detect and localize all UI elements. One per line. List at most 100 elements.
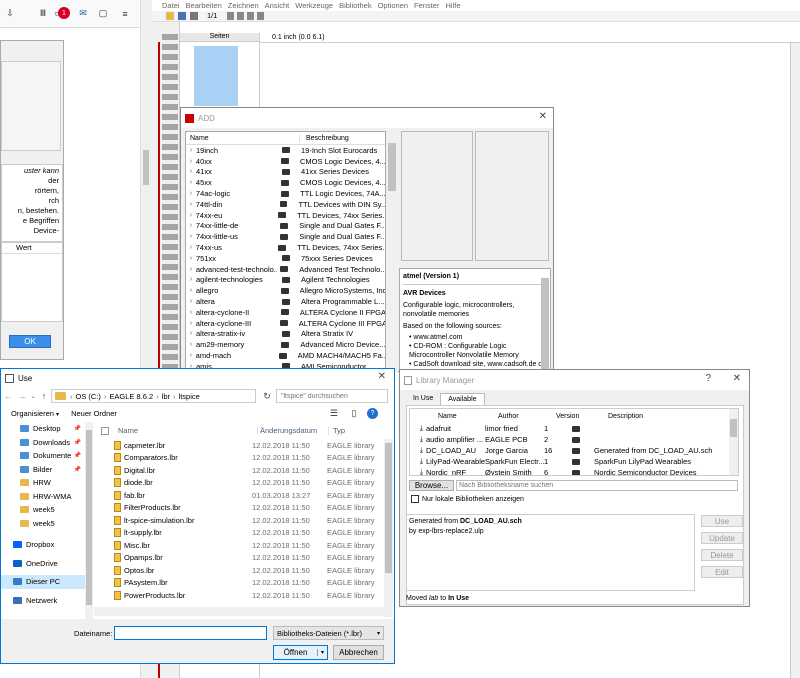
nav-scrollbar[interactable]: [85, 422, 93, 619]
nav-item[interactable]: OneDrive: [1, 557, 85, 571]
menu-draw[interactable]: Zeichnen: [228, 1, 259, 10]
file-row[interactable]: Misc.lbr 12.02.2018 11:50 EAGLE library: [94, 539, 384, 552]
page-thumbnail[interactable]: [194, 46, 238, 106]
breadcrumb-item[interactable]: EAGLE 8.6.2: [109, 392, 153, 401]
save-icon[interactable]: [178, 12, 186, 20]
nav-item[interactable]: Dokumente 📌: [1, 449, 85, 463]
folder-search-input[interactable]: [276, 389, 388, 403]
cancel-button[interactable]: Abbrechen: [333, 645, 384, 660]
up-arrow-icon[interactable]: ↑: [37, 390, 51, 403]
download-icon[interactable]: ⤓: [410, 436, 426, 444]
download-icon[interactable]: ⤓: [410, 469, 426, 476]
organize-button[interactable]: Organisieren ▾: [11, 409, 59, 418]
close-icon[interactable]: ✕: [539, 111, 547, 122]
refresh-icon[interactable]: ↻: [260, 390, 274, 403]
file-row[interactable]: Optos.lbr 12.02.2018 11:50 EAGLE library: [94, 564, 384, 577]
pin-icon[interactable]: 📌: [74, 452, 81, 459]
nav-item[interactable]: Desktop 📌: [1, 422, 85, 436]
add-col-desc[interactable]: Beschreibung: [299, 134, 349, 142]
lm-scroll-thumb[interactable]: [730, 419, 737, 437]
add-list-row[interactable]: › am29-memory Advanced Micro Device...: [186, 339, 385, 350]
nav-scroll-thumb[interactable]: [86, 430, 92, 605]
chevron-right-icon[interactable]: ›: [186, 168, 196, 175]
chevron-right-icon[interactable]: ›: [186, 244, 196, 251]
add-list-row[interactable]: › 74xx-little-us Single and Dual Gates F..…: [186, 231, 385, 242]
lm-col-desc[interactable]: Description: [580, 413, 643, 420]
add-list-row[interactable]: › 41xx 41xx Series Devices: [186, 167, 385, 178]
chevron-right-icon[interactable]: ›: [186, 309, 196, 316]
add-list-row[interactable]: › agilent-technologies Agilent Technologie…: [186, 275, 385, 286]
delete-button[interactable]: Delete: [701, 549, 743, 561]
lm-col-name[interactable]: Name: [410, 413, 469, 420]
filetype-select[interactable]: Bibliotheks-Dateien (*.lbr) ▾: [273, 626, 384, 640]
col-type[interactable]: Typ: [328, 426, 345, 435]
lm-list-row[interactable]: ⤓ adafruit limor fried 1: [410, 423, 738, 434]
nav-item[interactable]: Dropbox: [1, 538, 85, 552]
add-list-row[interactable]: › 751xx 75xxx Series Devices: [186, 253, 385, 264]
local-only-checkbox[interactable]: [411, 495, 419, 503]
chevron-right-icon[interactable]: ›: [186, 352, 196, 359]
chevron-right-icon[interactable]: ›: [186, 158, 196, 165]
chevron-right-icon[interactable]: ›: [186, 287, 196, 294]
chevron-right-icon[interactable]: ›: [186, 330, 196, 337]
menu-library[interactable]: Bibliothek: [339, 1, 372, 10]
menu-file[interactable]: Datei: [162, 1, 180, 10]
nav-item[interactable]: HRW: [1, 476, 85, 490]
file-row[interactable]: FilterProducts.lbr 12.02.2018 11:50 EAGLE …: [94, 502, 384, 515]
pin-icon[interactable]: 📌: [74, 466, 81, 473]
add-list-scrollbar[interactable]: [386, 131, 398, 373]
select-all-checkbox[interactable]: [101, 426, 109, 435]
nav-item[interactable]: Dieser PC: [1, 575, 85, 589]
preview-pane-icon[interactable]: ▯: [347, 407, 361, 420]
file-row[interactable]: Opamps.lbr 12.02.2018 11:50 EAGLE library: [94, 552, 384, 565]
update-button[interactable]: Update: [701, 532, 743, 544]
file-row[interactable]: lt-supply.lbr 12.02.2018 11:50 EAGLE libra…: [94, 527, 384, 540]
lm-list-scrollbar[interactable]: [729, 409, 738, 475]
add-list-row[interactable]: › altera-cyclone-II ALTERA Cyclone II FPGA: [186, 307, 385, 318]
add-list-row[interactable]: › advanced-test-technolo... Advanced Test …: [186, 264, 385, 275]
menu-view[interactable]: Ansicht: [265, 1, 290, 10]
lm-col-author[interactable]: Author: [469, 413, 528, 420]
lm-col-version[interactable]: Version: [528, 413, 580, 420]
page-selector[interactable]: 1/1: [207, 11, 217, 20]
mail-icon[interactable]: ✉: [76, 7, 90, 20]
add-list-row[interactable]: › amd-mach AMD MACH4/MACH5 Fa...: [186, 350, 385, 361]
add-list-row[interactable]: › allegro Allegro MicroSystems, Inc: [186, 285, 385, 296]
breadcrumb-item[interactable]: ltspice: [179, 392, 200, 401]
nav-item[interactable]: HRW-WMA: [1, 490, 85, 504]
filename-input[interactable]: [114, 626, 267, 640]
chevron-right-icon[interactable]: ›: [186, 266, 196, 273]
library-icon[interactable]: Ⅲ: [36, 7, 50, 20]
add-list-row[interactable]: › 19inch 19-Inch Slot Eurocards: [186, 145, 385, 156]
browse-button[interactable]: Browse...: [409, 480, 454, 491]
file-row[interactable]: PowerProducts.lbr 12.02.2018 11:50 EAGLE l…: [94, 589, 384, 602]
breadcrumb-item[interactable]: lbr: [162, 392, 170, 401]
close-icon[interactable]: ✕: [733, 373, 741, 384]
chevron-right-icon[interactable]: ›: [186, 147, 196, 154]
use-button[interactable]: Use: [701, 515, 743, 527]
pin-icon[interactable]: 📌: [74, 425, 81, 432]
tab-in-use[interactable]: In Use: [406, 393, 440, 404]
file-row[interactable]: lt-spice-simulation.lbr 12.02.2018 11:50 E…: [94, 514, 384, 527]
tab-available[interactable]: Available: [440, 392, 485, 405]
nav-item[interactable]: week5: [1, 503, 85, 517]
add-list-row[interactable]: › 40xx CMOS Logic Devices, 4...: [186, 156, 385, 167]
ok-button[interactable]: OK: [9, 335, 51, 348]
download-icon[interactable]: ⇩: [3, 7, 17, 20]
col-date[interactable]: Änderungsdatum: [257, 426, 328, 435]
breadcrumb[interactable]: › OS (C:) › EAGLE 8.6.2 › lbr › ltspice: [51, 389, 256, 403]
chevron-right-icon[interactable]: ›: [186, 179, 196, 186]
chevron-right-icon[interactable]: ›: [186, 298, 196, 305]
hscrollbar[interactable]: [94, 607, 384, 616]
add-list-row[interactable]: › altera-stratix-iv Altera Stratix IV: [186, 329, 385, 340]
open-icon[interactable]: [166, 12, 174, 20]
menu-tools[interactable]: Werkzeuge: [295, 1, 333, 10]
chevron-right-icon[interactable]: ›: [186, 233, 196, 240]
info-scrollbar[interactable]: [541, 278, 549, 373]
library-search-input[interactable]: [456, 480, 738, 491]
browser-scroll-thumb[interactable]: [143, 150, 149, 185]
add-list-row[interactable]: › 74xx-eu TTL Devices, 74xx Series...: [186, 210, 385, 221]
eagle-right-scroll[interactable]: [790, 43, 800, 678]
nav-item[interactable]: Downloads 📌: [1, 436, 85, 450]
chevron-right-icon[interactable]: ›: [186, 255, 196, 262]
